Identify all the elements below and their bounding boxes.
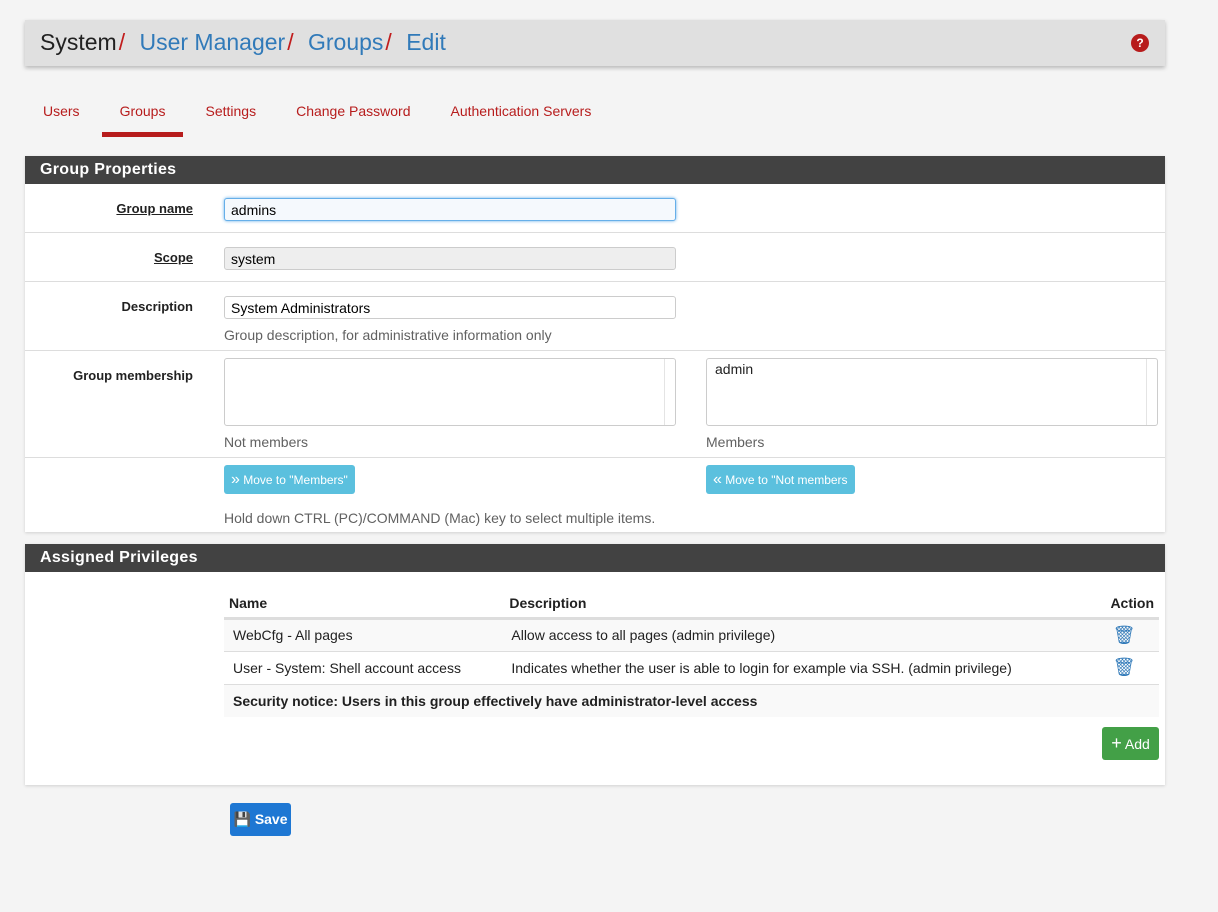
- not-members-label: Not members: [224, 434, 309, 450]
- scope-input: [224, 247, 676, 270]
- panel-title: Group Properties: [25, 156, 1165, 184]
- members-list[interactable]: admin: [706, 358, 1158, 426]
- column-name: Name: [224, 589, 503, 620]
- table-row: WebCfg - All pages Allow access to all pa…: [224, 618, 1159, 652]
- trash-icon[interactable]: 🗑: [1089, 618, 1159, 652]
- group-membership-label: Group membership: [73, 368, 193, 383]
- plus-icon: +: [1111, 733, 1122, 753]
- column-action: Action: [1089, 589, 1159, 620]
- description-input[interactable]: [224, 296, 676, 319]
- panel-title: Assigned Privileges: [25, 544, 1165, 572]
- breadcrumb-user-manager[interactable]: User Manager: [139, 29, 285, 55]
- assigned-privileges-panel: Assigned Privileges Name Description Actio…: [25, 544, 1165, 785]
- move-to-members-button[interactable]: » Move to "Members": [224, 465, 355, 494]
- members-label: Members: [706, 434, 765, 450]
- security-notice: Security notice: Users in this group eff…: [233, 692, 758, 709]
- scope-label: Scope: [153, 250, 193, 265]
- description-hint: Group description, for administrative in…: [224, 327, 552, 343]
- breadcrumb-edit[interactable]: Edit: [406, 29, 446, 55]
- double-chevron-right-icon: »: [231, 471, 240, 488]
- multi-select-hint: Hold down CTRL (PC)/COMMAND (Mac) key to…: [224, 510, 656, 526]
- description-label: Description: [121, 299, 193, 314]
- tab-bar: Users Groups Settings Change Password Au…: [25, 100, 613, 137]
- add-privilege-button[interactable]: + Add: [1102, 727, 1159, 760]
- floppy-disk-icon: 💾: [233, 811, 251, 827]
- breadcrumb: System/ User Manager/ Groups/ Edit ?: [25, 20, 1165, 66]
- group-properties-panel: Group Properties Group name Scope Descri…: [25, 156, 1165, 532]
- not-members-list[interactable]: [224, 358, 676, 426]
- double-chevron-left-icon: «: [713, 471, 722, 488]
- breadcrumb-groups[interactable]: Groups: [308, 29, 383, 55]
- tab-groups[interactable]: Groups: [101, 100, 184, 137]
- group-name-label: Group name: [116, 201, 193, 216]
- privileges-table: Name Description Action WebCfg - All pages…: [224, 589, 1159, 717]
- help-icon[interactable]: ?: [1131, 34, 1149, 52]
- trash-icon[interactable]: 🗑: [1089, 651, 1159, 685]
- group-name-input[interactable]: [224, 198, 676, 221]
- tab-users[interactable]: Users: [25, 100, 98, 137]
- move-to-not-members-button[interactable]: « Move to "Not members: [706, 465, 855, 494]
- save-button[interactable]: 💾 Save: [230, 803, 291, 836]
- table-row: User - System: Shell account access Indic…: [224, 651, 1159, 685]
- column-description: Description: [502, 589, 1089, 620]
- member-option[interactable]: admin: [715, 361, 1149, 377]
- tab-settings[interactable]: Settings: [187, 100, 274, 137]
- tab-change-password[interactable]: Change Password: [278, 100, 428, 137]
- tab-authentication-servers[interactable]: Authentication Servers: [432, 100, 609, 137]
- breadcrumb-system: System: [40, 29, 117, 55]
